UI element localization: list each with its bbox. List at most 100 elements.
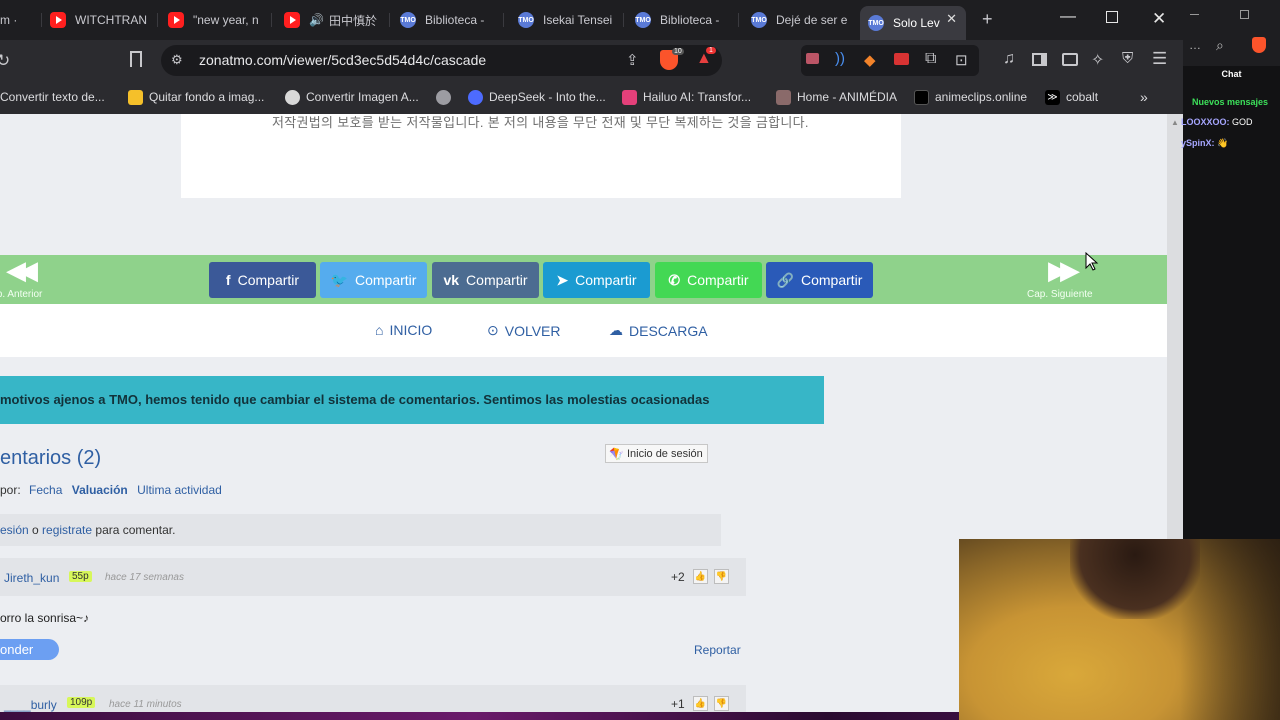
close-tab-icon[interactable]: ✕: [946, 11, 957, 27]
share-telegram-button[interactable]: ➤ Compartir: [543, 262, 650, 298]
back-link[interactable]: ⊙ VOLVER: [487, 322, 561, 339]
chat-text: 👋: [1217, 138, 1229, 148]
brave-icon[interactable]: [1252, 37, 1266, 53]
metamask-icon[interactable]: ◆: [864, 51, 876, 69]
menu-icon[interactable]: ☰: [1152, 49, 1167, 69]
close-window-icon[interactable]: ✕: [1152, 9, 1166, 29]
chat-message: ySpinX: 👋: [1181, 138, 1228, 149]
upvote-icon[interactable]: 👍: [693, 569, 708, 584]
tab[interactable]: TMO Dejé de ser e: [751, 6, 851, 34]
comment-username[interactable]: Jireth_kun: [4, 571, 59, 585]
screenshot-icon[interactable]: ⊡: [955, 51, 968, 69]
share-label: Compartir: [237, 272, 300, 288]
chat-header-bar: [1183, 0, 1280, 66]
downvote-icon[interactable]: 👎: [714, 696, 729, 711]
reply-button[interactable]: onder: [0, 639, 59, 660]
home-icon: ⌂: [375, 322, 384, 338]
music-icon[interactable]: ♫: [1003, 50, 1015, 68]
chat-username: LOOXXOO:: [1181, 117, 1230, 127]
share-twitter-button[interactable]: 🐦 Compartir: [320, 262, 427, 298]
share-link-button[interactable]: 🔗 Compartir: [766, 262, 873, 298]
reload-icon[interactable]: ↻: [0, 51, 10, 71]
minimize-icon[interactable]: —: [1060, 8, 1076, 26]
audio-extension-icon[interactable]: )): [835, 50, 845, 67]
sort-by-activity[interactable]: Ultima actividad: [137, 483, 222, 497]
download-icon: ☁: [609, 322, 623, 338]
tab[interactable]: 🔊 田中慎於: [284, 6, 390, 34]
url-text[interactable]: zonatmo.com/viewer/5cd3ec5d54d4c/cascade: [199, 52, 486, 68]
bookmark-item[interactable]: Convertir texto de...: [0, 88, 105, 106]
bookmark-item[interactable]: Home - ANIMÉDIA: [776, 88, 897, 106]
previous-chapter-label[interactable]: Cap. Anterior: [0, 289, 42, 300]
login-prompt: esión o registrate para comentar.: [0, 514, 721, 546]
brave-shields-count: 10: [672, 48, 684, 55]
tab-active[interactable]: TMO Solo Lev ✕: [860, 6, 966, 40]
extensions-group: [801, 45, 979, 76]
download-link[interactable]: ☁ DESCARGA: [609, 322, 708, 339]
more-icon[interactable]: …: [1189, 38, 1201, 52]
report-link[interactable]: Reportar: [694, 643, 741, 657]
login-link[interactable]: esión: [0, 523, 29, 537]
tab[interactable]: "new year, n: [168, 6, 272, 34]
leo-ai-icon[interactable]: ✧: [1091, 50, 1104, 70]
comments-title: entarios (2): [0, 447, 102, 469]
previous-chapter-text: Cap. Anterior: [0, 289, 43, 300]
sort-by-date[interactable]: Fecha: [29, 483, 62, 497]
new-messages-banner[interactable]: Nuevos mensajes: [1192, 97, 1268, 107]
bookmark-item[interactable]: Convertir Imagen A...: [285, 88, 419, 106]
vpn-icon[interactable]: ⛨: [1122, 50, 1133, 67]
upvote-icon[interactable]: 👍: [693, 696, 708, 711]
bookmark-icon[interactable]: [130, 51, 142, 67]
share-vk-button[interactable]: vk Compartir: [432, 262, 539, 298]
tab[interactable]: WITCHTRAN: [50, 6, 158, 34]
bookmark-item[interactable]: animeclips.online: [914, 88, 1027, 106]
maximize-icon[interactable]: [1106, 11, 1118, 23]
bookmark-item[interactable]: DeepSeek - Into the...: [468, 88, 606, 106]
chat-title: Chat: [1221, 69, 1242, 79]
next-chapter-label[interactable]: Cap. Siguiente: [1027, 289, 1093, 300]
sidebar-icon[interactable]: [1032, 53, 1047, 66]
more-bookmarks-icon[interactable]: »: [1140, 88, 1148, 106]
bookmark-label: Hailuo AI: Transfor...: [643, 90, 752, 104]
comment-time: hace 17 semanas: [105, 572, 184, 583]
bookmark-label: Home - ANIMÉDIA: [797, 90, 898, 104]
site-info-icon[interactable]: ⚙: [171, 52, 183, 68]
share-facebook-button[interactable]: f Compartir: [209, 262, 316, 298]
tmo-icon: TMO: [635, 12, 651, 28]
tab[interactable]: TMO Biblioteca -: [635, 6, 739, 34]
animedia-icon: [776, 89, 791, 105]
next-chapter-icon[interactable]: ▶▶: [1048, 255, 1080, 286]
tab-title: 田中慎於: [328, 13, 377, 28]
telegram-icon: ➤: [556, 271, 569, 288]
share-whatsapp-button[interactable]: ✆ Compartir: [655, 262, 762, 298]
login-button[interactable]: 🪁 Inicio de sesión: [605, 444, 708, 463]
bookmark-item[interactable]: Quitar fondo a imag...: [128, 88, 264, 106]
share-icon[interactable]: ⇪: [626, 51, 639, 69]
tab-title: Solo Lev: [893, 16, 940, 30]
extensions-puzzle-icon[interactable]: ⧉: [925, 50, 936, 68]
bookmark-label: DeepSeek - Into the...: [489, 90, 606, 104]
red-extension-icon[interactable]: [894, 53, 909, 65]
minimize-chat-icon[interactable]: [1190, 14, 1199, 15]
previous-chapter-icon[interactable]: ◀◀: [6, 255, 38, 286]
register-link[interactable]: registrate: [42, 523, 92, 537]
bookmark-item[interactable]: Hailuo AI: Transfor...: [622, 88, 751, 106]
comment-score: +1: [671, 697, 685, 711]
tab[interactable]: m ·: [0, 6, 42, 34]
twitter-icon: 🐦: [330, 271, 348, 288]
tab[interactable]: TMO Isekai Tensei: [518, 6, 624, 34]
scroll-up-icon[interactable]: ▲: [1171, 118, 1179, 127]
maximize-chat-icon[interactable]: [1240, 10, 1249, 19]
wallet-icon[interactable]: [1062, 53, 1078, 66]
downvote-icon[interactable]: 👎: [714, 569, 729, 584]
comment-username[interactable]: ____burly: [4, 698, 57, 712]
new-tab-button[interactable]: +: [982, 9, 993, 30]
translate-extension-icon[interactable]: [806, 53, 819, 64]
tab[interactable]: TMO Biblioteca -: [400, 6, 504, 34]
zoom-icon[interactable]: ⌕: [1216, 37, 1224, 54]
bookmark-item[interactable]: ≫ cobalt: [1045, 88, 1098, 106]
bookmark-item[interactable]: [436, 88, 457, 106]
youtube-icon: [50, 12, 66, 28]
home-link[interactable]: ⌂ INICIO: [375, 322, 432, 338]
sort-by-rating[interactable]: Valuación: [72, 483, 128, 497]
